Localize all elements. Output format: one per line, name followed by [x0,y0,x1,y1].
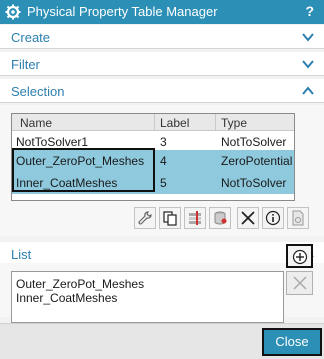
database-button[interactable] [209,207,231,229]
delete-icon [241,211,255,225]
database-icon [214,211,227,225]
cell-label: 5 [160,176,167,190]
section-list-label: List [11,247,32,262]
document-button[interactable] [287,207,309,229]
table-edit-button[interactable] [184,207,206,229]
remove-button[interactable] [286,271,313,295]
selection-highlight-box [12,148,155,192]
delete-button[interactable] [237,207,259,229]
info-icon [265,210,281,226]
plus-circle-icon [292,249,308,265]
list-item[interactable]: Outer_ZeroPot_Meshes [16,277,144,291]
section-create-label: Create [11,30,51,45]
gear-icon [5,4,21,20]
chevron-down-icon[interactable] [302,58,314,70]
section-selection-label: Selection [11,84,65,99]
cell-label: 3 [160,135,167,149]
column-header-name[interactable]: Name [20,116,52,130]
wrench-icon [138,211,152,225]
cell-type: NotToSolver [221,176,287,190]
title-bar: Physical Property Table Manager ? [0,0,324,24]
cell-label: 4 [160,154,167,168]
section-selection[interactable]: Selection [0,79,324,103]
chevron-up-icon[interactable] [302,85,314,97]
window-title: Physical Property Table Manager [27,4,218,19]
close-icon [293,276,307,290]
chevron-down-icon[interactable] [302,31,314,43]
edit-properties-button[interactable] [134,207,156,229]
cell-type: NotToSolver [221,135,287,149]
section-filter-label: Filter [11,57,40,72]
column-header-label[interactable]: Label [160,116,189,130]
section-filter[interactable]: Filter [0,52,324,76]
cell-name: NotToSolver1 [16,135,89,149]
help-button[interactable]: ? [305,3,314,19]
copy-button[interactable] [159,207,181,229]
selected-list[interactable]: Outer_ZeroPot_Meshes Inner_CoatMeshes [11,271,284,323]
column-header-type[interactable]: Type [221,116,247,130]
add-button[interactable] [286,244,313,268]
document-icon [292,210,304,226]
table-header: Name Label Type [12,114,294,131]
table-edit-icon [189,211,201,225]
close-button[interactable]: Close [262,328,322,356]
cell-type: ZeroPotential [221,154,293,168]
info-button[interactable] [262,207,284,229]
list-item[interactable]: Inner_CoatMeshes [16,291,117,305]
section-create[interactable]: Create [0,25,324,49]
copy-icon [163,211,177,226]
